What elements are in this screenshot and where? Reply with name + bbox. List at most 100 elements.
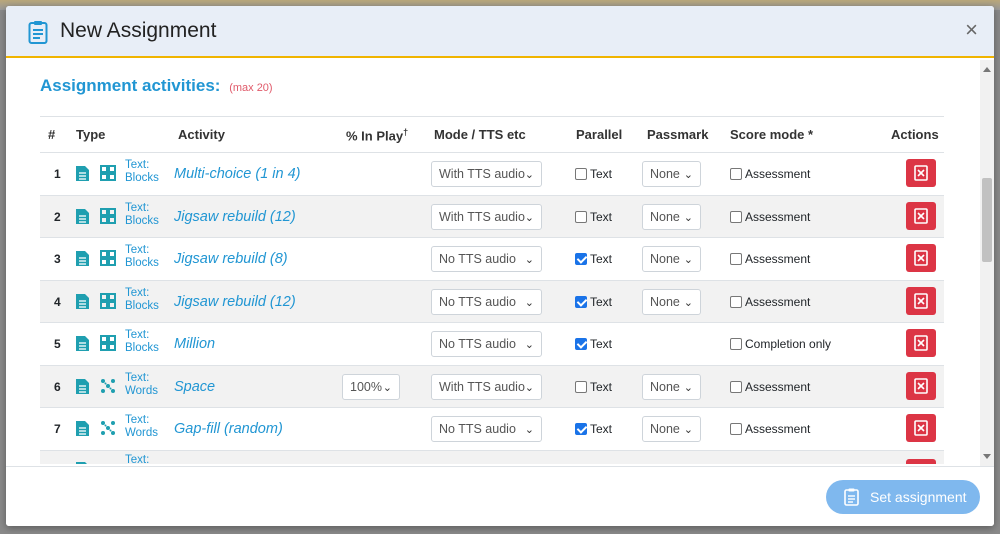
score-mode-option[interactable]: Assessment [730,295,810,309]
type-label-line2: Words [125,384,159,397]
type-label: Text: Words [125,414,158,440]
passmark-select[interactable]: None ⌄ [642,416,701,442]
parallel-option[interactable]: Text [575,337,612,351]
parallel-checkbox[interactable] [575,210,587,223]
score-mode-option[interactable]: Assessment [730,252,810,266]
scrollbar[interactable] [980,60,994,466]
type-label: Text: Blocks [125,202,159,228]
delete-button[interactable] [906,159,936,187]
score-mode-checkbox[interactable] [730,168,742,180]
row-number: 3 [54,252,61,266]
scroll-down-arrow[interactable] [983,454,991,459]
close-button[interactable]: × [965,19,978,41]
score-mode-checkbox[interactable] [730,295,742,308]
activity-link[interactable]: Space [174,379,215,395]
type-label: Text: Blocks [125,329,159,355]
scroll-thumb[interactable] [982,178,992,262]
document-icon [76,166,89,181]
chevron-down-icon: ⌄ [683,381,693,394]
parallel-checkbox[interactable] [575,168,587,180]
set-assignment-button[interactable]: Set assignment [826,480,980,514]
col-type: Type [76,127,106,142]
mode-value: With TTS audio [439,379,525,394]
parallel-label: Text [590,379,613,394]
delete-icon [914,165,928,181]
delete-button[interactable] [906,201,936,230]
score-mode-checkbox[interactable] [730,380,742,393]
passmark-select[interactable]: None ⌄ [642,203,701,230]
parallel-option[interactable]: Text [575,252,612,266]
score-mode-label: Assessment [745,167,811,181]
chevron-down-icon: ⌄ [524,296,534,309]
scroll-up-arrow[interactable] [983,67,991,72]
delete-button[interactable] [906,286,936,315]
parallel-checkbox[interactable] [575,338,587,350]
activity-link[interactable]: Million [174,336,215,352]
parallel-label: Text [590,294,613,309]
type-label-line1: Text: [125,286,150,299]
parallel-option[interactable]: Text [575,422,612,436]
col-in-play-label: % In Play [346,128,404,144]
chevron-down-icon: ⌄ [524,381,534,394]
passmark-select[interactable]: None ⌄ [642,373,701,400]
mode-select[interactable]: With TTS audio ⌄ [431,373,542,400]
parallel-option[interactable]: Text [575,210,612,224]
type-label: Text: Blocks [125,244,159,270]
table-row: 7 Text: Words Gap-fill (random) No TTS audio… [40,408,944,451]
activity-link[interactable]: Multi-choice (1 in 4) [174,166,301,182]
activity-link[interactable]: Jigsaw rebuild (12) [174,209,296,225]
mode-select[interactable]: No TTS audio ⌄ [431,416,542,442]
table-row: 6 Text: Words Space 100% ⌄ With TTS audio ⌄ Text… [40,365,944,408]
mode-select[interactable]: No TTS audio ⌄ [431,246,542,272]
score-mode-option[interactable]: Assessment [730,210,810,224]
score-mode-option[interactable]: Assessment [730,422,810,436]
type-label-line2: Words [125,427,159,439]
blocks-icon [100,165,116,181]
mode-select[interactable]: No TTS audio ⌄ [431,331,542,357]
score-mode-label: Assessment [745,379,811,394]
chevron-down-icon: ⌄ [683,211,693,224]
parallel-checkbox[interactable] [575,423,587,435]
chevron-down-icon: ⌄ [524,254,534,266]
parallel-option[interactable]: Text [575,380,612,394]
row-number: 7 [54,422,61,436]
delete-button[interactable] [906,371,936,400]
table-row: 5 Text: Blocks Million No TTS audio ⌄ Text Comp… [40,323,944,366]
score-mode-checkbox[interactable] [730,210,742,223]
parallel-option[interactable]: Text [575,295,612,309]
score-mode-option[interactable]: Assessment [730,380,810,394]
activity-link[interactable]: Jigsaw rebuild (12) [174,294,296,310]
delete-button[interactable] [906,329,936,357]
mode-select[interactable]: No TTS audio ⌄ [431,288,542,315]
in-play-select[interactable]: 100% ⌄ [342,373,400,400]
parallel-option[interactable]: Text [575,167,612,181]
mode-select[interactable]: With TTS audio ⌄ [431,203,542,230]
row-number: 4 [54,294,61,309]
delete-button[interactable] [906,414,936,442]
parallel-checkbox[interactable] [575,380,587,393]
score-mode-checkbox[interactable] [730,338,742,350]
parallel-checkbox[interactable] [575,295,587,308]
mode-select[interactable]: With TTS audio ⌄ [431,161,542,187]
passmark-select[interactable]: None ⌄ [642,161,701,187]
in-play-marker: † [403,127,409,137]
clipboard-icon [28,21,48,44]
score-mode-checkbox[interactable] [730,253,742,265]
passmark-select[interactable]: None ⌄ [642,246,701,272]
type-label: Text: Blocks [125,159,159,185]
delete-button[interactable] [906,244,936,272]
score-mode-option[interactable]: Completion only [730,337,831,351]
score-mode-option[interactable]: Assessment [730,167,810,181]
type-label: Text: Blocks [125,287,159,313]
parallel-label: Text [590,422,613,436]
delete-button-partial[interactable] [906,458,936,464]
row-number: 1 [54,167,61,181]
score-mode-checkbox[interactable] [730,423,742,435]
modal-title: New Assignment [60,19,217,42]
parallel-checkbox[interactable] [575,253,587,265]
set-assignment-label: Set assignment [870,489,967,505]
passmark-select[interactable]: None ⌄ [642,288,701,315]
activity-link[interactable]: Jigsaw rebuild (8) [174,251,288,267]
col-passmark: Passmark [647,127,709,142]
activity-link[interactable]: Gap-fill (random) [174,421,283,437]
